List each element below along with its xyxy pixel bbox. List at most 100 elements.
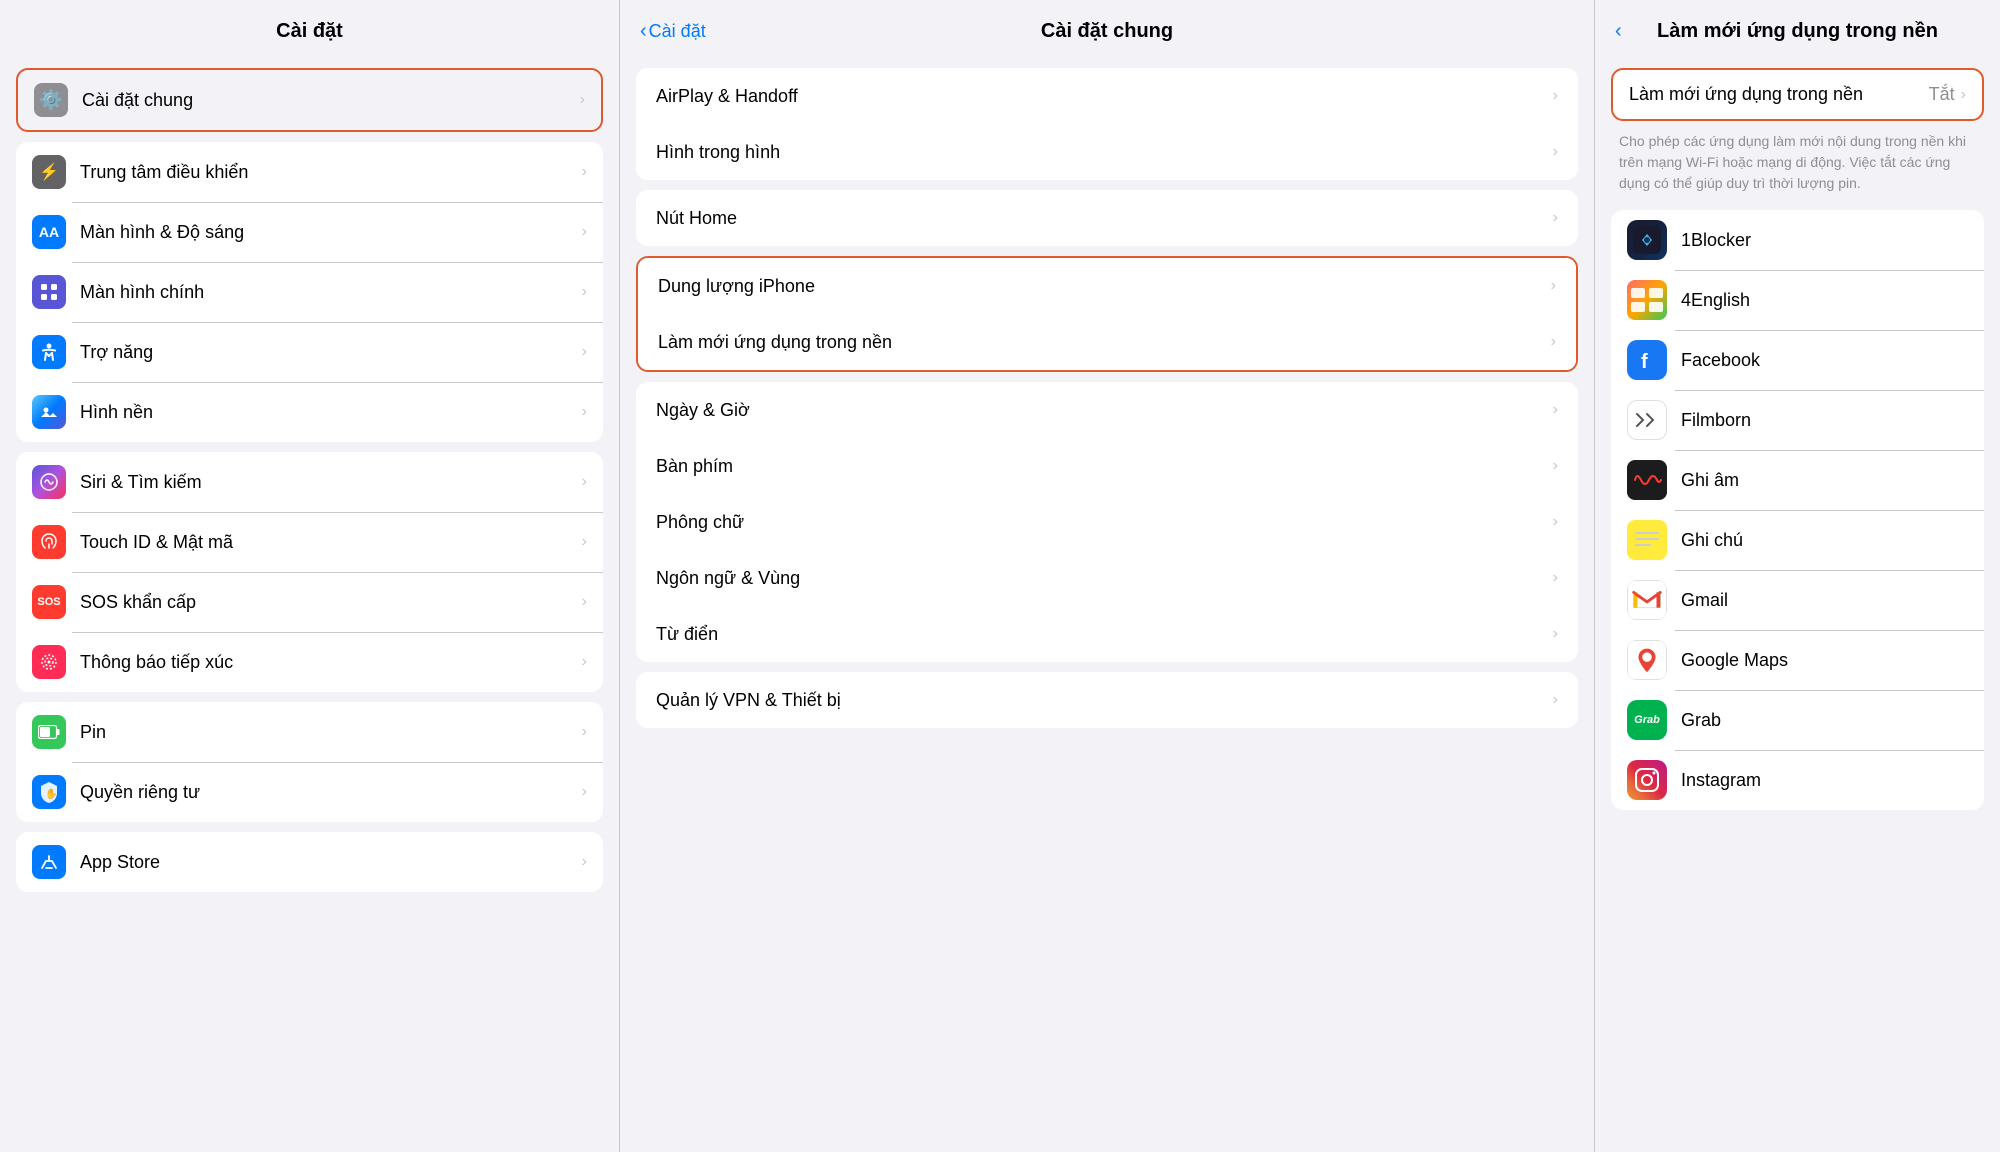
- middle-row-ngon-ngu[interactable]: Ngôn ngữ & Vùng ›: [636, 550, 1578, 606]
- toggle-value: Tắt: [1929, 84, 1955, 105]
- sidebar-item-sos[interactable]: SOS SOS khẩn cấp ›: [16, 572, 603, 632]
- chevron-right-icon: ›: [580, 91, 585, 109]
- font-label: Phông chữ: [656, 512, 1553, 533]
- app-row-gmail[interactable]: Gmail: [1611, 570, 1984, 630]
- datetime-label: Ngày & Giờ: [656, 400, 1553, 421]
- middle-row-hinh-trong-hinh[interactable]: Hình trong hình ›: [636, 124, 1578, 180]
- sidebar-item-label: Màn hình chính: [80, 282, 574, 303]
- middle-row-nut-home[interactable]: Nút Home ›: [636, 190, 1578, 246]
- app-name-grab: Grab: [1681, 710, 1721, 731]
- app-row-filmborn[interactable]: Filmborn: [1611, 390, 1984, 450]
- right-back-button[interactable]: ‹: [1615, 20, 1622, 43]
- right-header: ‹ Làm mới ứng dụng trong nền: [1595, 0, 2000, 58]
- chevron-right-icon: ›: [582, 283, 587, 301]
- left-header: Cài đặt: [0, 0, 619, 58]
- left-column: Cài đặt ⚙️ Cài đặt chung › ⚡ Trung tâm đ…: [0, 0, 620, 1152]
- chevron-right-icon: ›: [1551, 333, 1556, 351]
- sidebar-item-label: Trung tâm điều khiển: [80, 162, 574, 183]
- right-column: ‹ Làm mới ứng dụng trong nền Làm mới ứng…: [1595, 0, 2000, 1152]
- middle-row-phong-chu[interactable]: Phông chữ ›: [636, 494, 1578, 550]
- sidebar-item-quyen-rieng-tu[interactable]: ✋ Quyền riêng tư ›: [16, 762, 603, 822]
- middle-row-quan-ly-vpn[interactable]: Quản lý VPN & Thiết bị ›: [636, 672, 1578, 728]
- chevron-right-icon: ›: [1553, 569, 1558, 587]
- chevron-right-icon: ›: [582, 223, 587, 241]
- sidebar-item-hinh-nen[interactable]: Hình nền ›: [16, 382, 603, 442]
- gmail-app-icon: [1627, 580, 1667, 620]
- middle-row-airplay[interactable]: AirPlay & Handoff ›: [636, 68, 1578, 124]
- left-settings-list: ⚙️ Cài đặt chung › ⚡ Trung tâm điều khiể…: [0, 58, 619, 1152]
- settings-section-1: ⚡ Trung tâm điều khiển › AA Màn hình & Đ…: [16, 142, 603, 442]
- app-name-ghi-chu: Ghi chú: [1681, 530, 1743, 551]
- language-label: Ngôn ngữ & Vùng: [656, 568, 1553, 589]
- svg-text:✋: ✋: [45, 787, 57, 800]
- chevron-right-icon: ›: [582, 853, 587, 871]
- svg-text:f: f: [1641, 351, 1648, 373]
- app-row-4english[interactable]: 4English: [1611, 270, 1984, 330]
- sidebar-item-app-store[interactable]: App Store ›: [16, 832, 603, 892]
- sidebar-item-label: Màn hình & Độ sáng: [80, 222, 574, 243]
- middle-title: Cài đặt chung: [1041, 20, 1173, 43]
- sidebar-item-label: Thông báo tiếp xúc: [80, 652, 574, 673]
- sidebar-item-thong-bao[interactable]: Thông báo tiếp xúc ›: [16, 632, 603, 692]
- middle-row-ngay-gio[interactable]: Ngày & Giờ ›: [636, 382, 1578, 438]
- settings-section-2: Siri & Tìm kiếm › Touch ID & Mật mã › SO…: [16, 452, 603, 692]
- chevron-right-icon: ›: [1553, 143, 1558, 161]
- app-row-google-maps[interactable]: Google Maps: [1611, 630, 1984, 690]
- dictionary-label: Từ điển: [656, 624, 1553, 645]
- middle-row-dung-luong[interactable]: Dung lượng iPhone ›: [638, 258, 1576, 314]
- middle-section-4: Ngày & Giờ › Bàn phím › Phông chữ › Ngôn…: [636, 382, 1578, 662]
- privacy-icon: ✋: [32, 775, 66, 809]
- home-button-label: Nút Home: [656, 208, 1553, 229]
- app-name-4english: 4English: [1681, 290, 1750, 311]
- app-name-ghi-am: Ghi âm: [1681, 470, 1739, 491]
- app-name-filmborn: Filmborn: [1681, 410, 1751, 431]
- sidebar-item-man-hinh-chinh[interactable]: Màn hình chính ›: [16, 262, 603, 322]
- chevron-right-icon: ›: [1553, 209, 1558, 227]
- chevron-right-icon: ›: [1553, 625, 1558, 643]
- chevron-right-icon: ›: [1553, 457, 1558, 475]
- app-row-ghi-chu[interactable]: Ghi chú: [1611, 510, 1984, 570]
- middle-back-button[interactable]: ‹ Cài đặt: [640, 20, 706, 43]
- middle-row-lam-moi[interactable]: Làm mới ứng dụng trong nền ›: [638, 314, 1576, 370]
- facebook-app-icon: f: [1627, 340, 1667, 380]
- sidebar-item-tro-nang[interactable]: Trợ năng ›: [16, 322, 603, 382]
- sidebar-item-label: App Store: [80, 852, 574, 873]
- 4english-app-icon: [1627, 280, 1667, 320]
- sidebar-item-siri[interactable]: Siri & Tìm kiếm ›: [16, 452, 603, 512]
- chevron-right-icon: ›: [582, 593, 587, 611]
- settings-section-3: Pin › ✋ Quyền riêng tư ›: [16, 702, 603, 822]
- back-chevron-icon: ‹: [640, 20, 647, 43]
- app-row-ghi-am[interactable]: Ghi âm: [1611, 450, 1984, 510]
- sidebar-item-trung-tam-dieu-khien[interactable]: ⚡ Trung tâm điều khiển ›: [16, 142, 603, 202]
- contact-notification-icon: [32, 645, 66, 679]
- middle-row-ban-phim[interactable]: Bàn phím ›: [636, 438, 1578, 494]
- app-row-instagram[interactable]: Instagram: [1611, 750, 1984, 810]
- app-store-icon: [32, 845, 66, 879]
- left-title: Cài đặt: [276, 20, 343, 43]
- sidebar-item-cai-dat-chung[interactable]: ⚙️ Cài đặt chung ›: [18, 70, 601, 130]
- app-row-grab[interactable]: Grab Grab: [1611, 690, 1984, 750]
- storage-label: Dung lượng iPhone: [658, 276, 1551, 297]
- app-name-1blocker: 1Blocker: [1681, 230, 1751, 251]
- pip-label: Hình trong hình: [656, 142, 1553, 163]
- chevron-right-icon: ›: [1961, 86, 1966, 104]
- sidebar-item-pin[interactable]: Pin ›: [16, 702, 603, 762]
- app-row-1blocker[interactable]: 1Blocker: [1611, 210, 1984, 270]
- right-title: Làm mới ứng dụng trong nền: [1619, 20, 1976, 43]
- background-refresh-label: Làm mới ứng dụng trong nền: [658, 332, 1551, 353]
- battery-icon: [32, 715, 66, 749]
- middle-settings-content: AirPlay & Handoff › Hình trong hình › Nú…: [620, 58, 1594, 1152]
- middle-row-tu-dien[interactable]: Từ điển ›: [636, 606, 1578, 662]
- app-name-facebook: Facebook: [1681, 350, 1760, 371]
- sidebar-item-label: Hình nền: [80, 402, 574, 423]
- app-row-facebook[interactable]: f Facebook: [1611, 330, 1984, 390]
- filmborn-app-icon: [1627, 400, 1667, 440]
- background-refresh-toggle-row[interactable]: Làm mới ứng dụng trong nền Tắt ›: [1613, 70, 1982, 119]
- sidebar-item-man-hinh-do-sang[interactable]: AA Màn hình & Độ sáng ›: [16, 202, 603, 262]
- grab-app-icon: Grab: [1627, 700, 1667, 740]
- chevron-right-icon: ›: [582, 783, 587, 801]
- instagram-app-icon: [1627, 760, 1667, 800]
- chevron-right-icon: ›: [1553, 513, 1558, 531]
- sidebar-item-touch-id[interactable]: Touch ID & Mật mã ›: [16, 512, 603, 572]
- app-name-gmail: Gmail: [1681, 590, 1728, 611]
